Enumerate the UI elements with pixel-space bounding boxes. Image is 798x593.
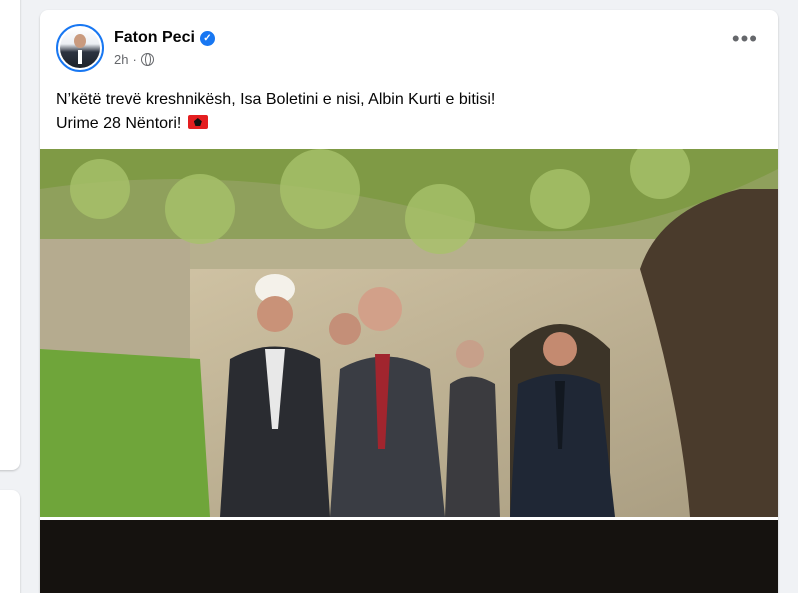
photo-illustration [40, 149, 778, 517]
post-photo[interactable] [40, 149, 778, 517]
albanian-flag-icon [187, 115, 208, 129]
post-header: Faton Peci ✓ 2h · [56, 24, 215, 72]
post-card: Faton Peci ✓ 2h · ••• N’këtë trevë kresh… [40, 10, 778, 593]
avatar[interactable] [56, 24, 104, 72]
verified-icon: ✓ [199, 30, 215, 46]
globe-icon[interactable] [140, 53, 154, 66]
post-text-line2-wrap: Urime 28 Nëntori! [56, 112, 495, 136]
left-card-bottom [0, 490, 20, 593]
avatar-image [60, 28, 100, 68]
post-text: N’këtë trevë kreshnikësh, Isa Boletini e… [56, 88, 495, 136]
name-row: Faton Peci ✓ [114, 29, 215, 47]
separator-dot: · [132, 52, 137, 67]
author-name[interactable]: Faton Peci [114, 29, 195, 47]
more-options-icon[interactable]: ••• [732, 28, 758, 50]
left-card-top [0, 0, 20, 470]
post-meta: Faton Peci ✓ 2h · [114, 29, 215, 67]
post-time[interactable]: 2h [114, 52, 128, 67]
post-photo-second[interactable] [40, 520, 778, 593]
post-text-line1: N’këtë trevë kreshnikësh, Isa Boletini e… [56, 91, 496, 108]
post-text-line2: Urime 28 Nëntori! [56, 115, 182, 132]
time-row: 2h · [114, 52, 215, 67]
